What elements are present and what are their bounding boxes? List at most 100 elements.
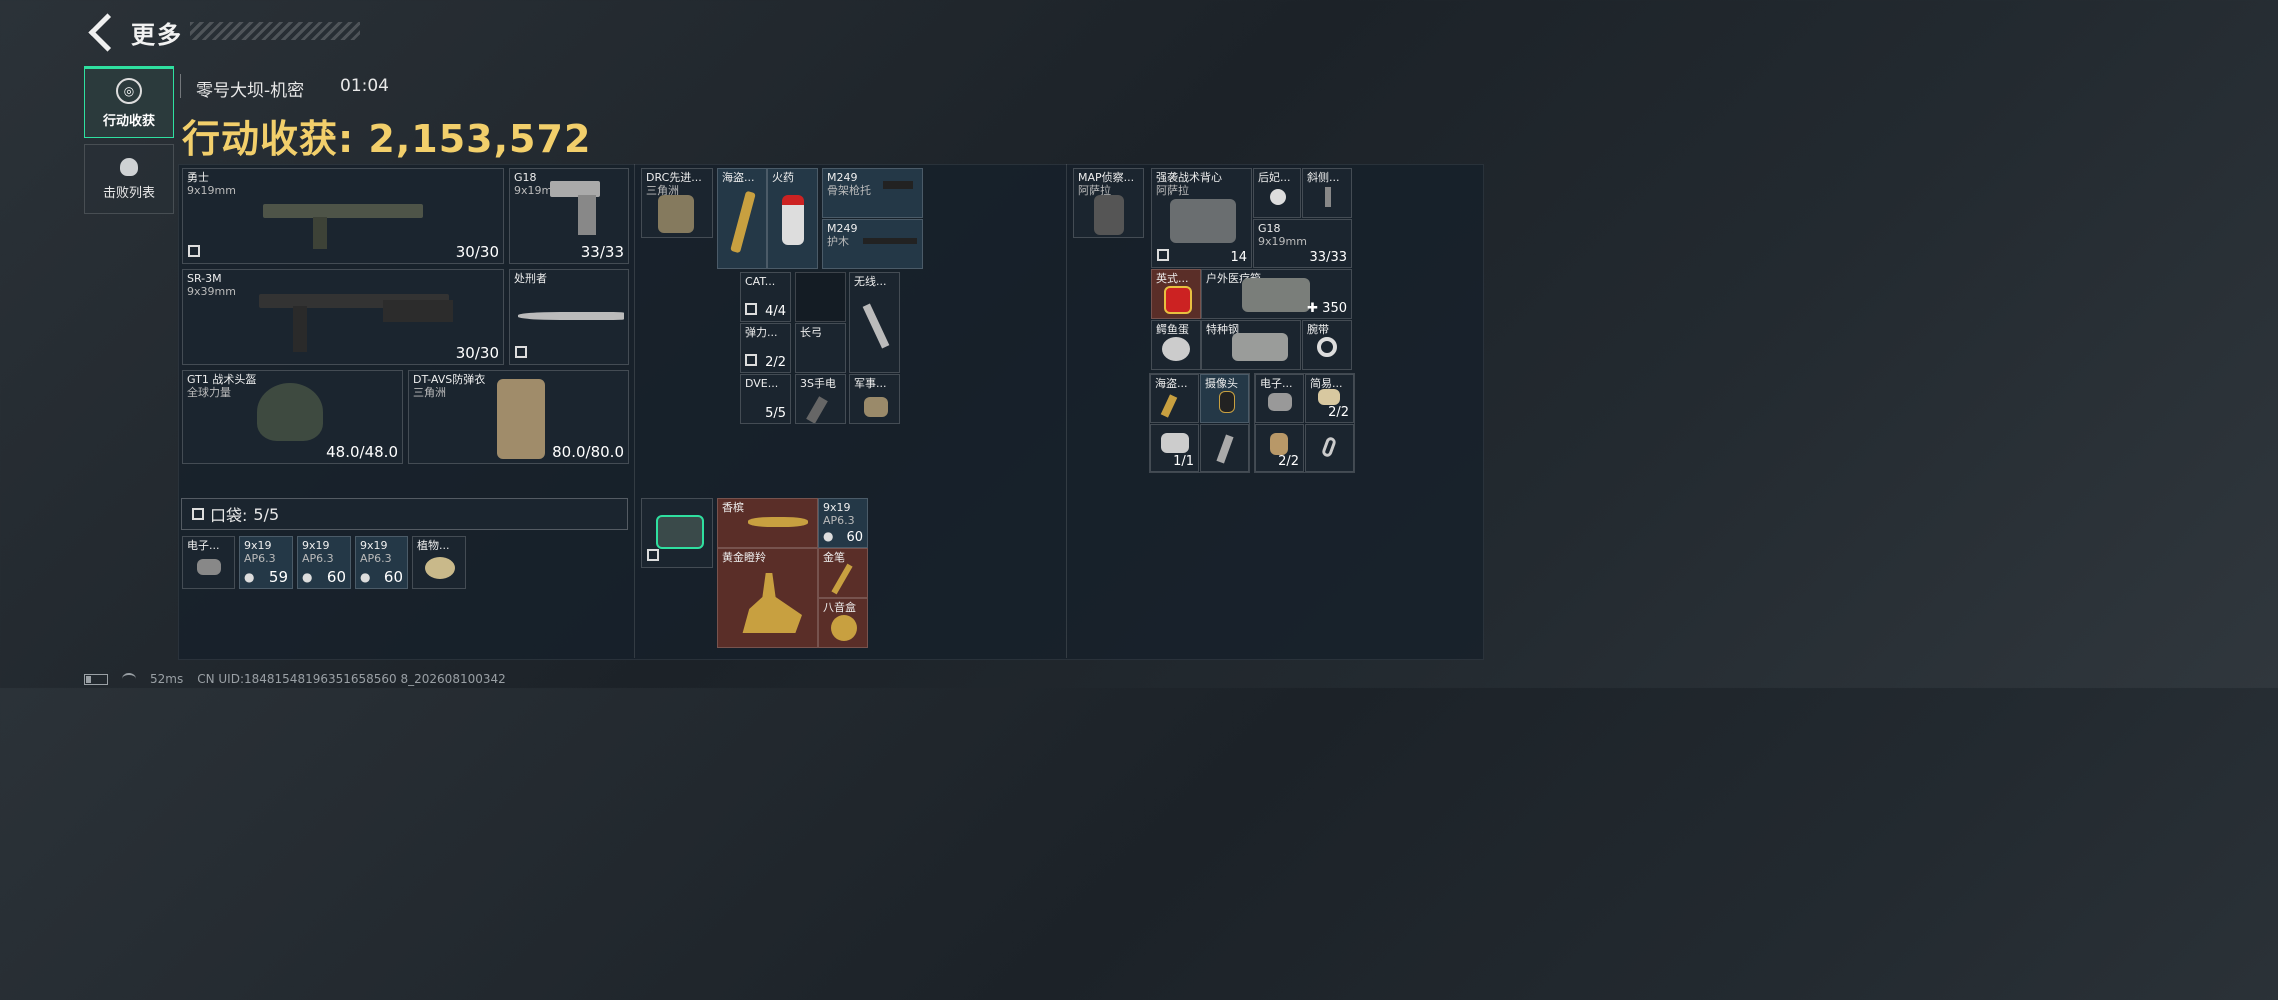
item-sub: AP6.3: [360, 552, 392, 565]
rig-item[interactable]: CAT... 4/4: [740, 272, 791, 322]
item-count: 60: [326, 568, 346, 586]
backpack-item[interactable]: 海盗...: [1150, 374, 1199, 423]
item-name: 植物...: [417, 539, 450, 552]
pocket-item[interactable]: 电子...: [182, 536, 235, 589]
item-name: CAT...: [745, 275, 776, 288]
item-name: 弹力...: [745, 326, 778, 339]
backpack-item[interactable]: 鳄鱼蛋: [1151, 320, 1201, 370]
battery-icon: [84, 673, 108, 685]
helmet-slot[interactable]: GT1 战术头盔 全球力量 48.0/48.0: [182, 370, 403, 464]
rifle-mag-shape: [313, 217, 327, 249]
safe-item[interactable]: 八音盒: [818, 598, 868, 648]
backpack-item[interactable]: 英式...: [1151, 269, 1201, 319]
gold-gazelle-icon: [742, 573, 802, 633]
backpack-slot[interactable]: MAP侦察... 阿萨拉: [1073, 168, 1144, 238]
rifle-mag-shape: [293, 306, 307, 352]
rig-item[interactable]: 长弓: [795, 323, 846, 373]
raid-time: 01:04: [340, 76, 389, 96]
pirate-item-icon: [1160, 394, 1178, 418]
item-name: 英式...: [1156, 272, 1189, 285]
safe-item[interactable]: 9x19 AP6.3 ● 60: [818, 498, 868, 548]
melee-slot[interactable]: 处刑者: [509, 269, 629, 365]
rig-item[interactable]: 军事...: [849, 374, 900, 424]
backpack-item[interactable]: 斜侧...: [1302, 168, 1352, 218]
helmet-icon: [257, 383, 323, 441]
tool-icon: [1216, 434, 1234, 464]
backpack-item[interactable]: 电子...: [1255, 374, 1304, 423]
item-name: G18: [514, 171, 537, 184]
item-name: DT-AVS防弹衣: [413, 373, 486, 386]
back-arrow-icon: [88, 12, 127, 52]
rig-item[interactable]: 海盗...: [717, 168, 767, 269]
item-name: M249: [827, 171, 858, 184]
backpack-item[interactable]: [1305, 424, 1354, 472]
wristband-icon: [1317, 337, 1337, 357]
safe-item[interactable]: 金笔: [818, 548, 868, 598]
backpack-item[interactable]: 后妃...: [1253, 168, 1301, 218]
backpack-item[interactable]: 户外医疗箱 ✚ 350: [1201, 269, 1352, 319]
tablet-icon: [1161, 433, 1189, 453]
british-item-icon: [1164, 286, 1192, 314]
item-name: 勇士: [187, 171, 209, 184]
pocket-item[interactable]: 9x19 AP6.3 ● 59: [239, 536, 293, 589]
item-count: 350: [1322, 301, 1347, 316]
tab-label: 行动收获: [102, 113, 155, 129]
chest-rig-slot[interactable]: DRC先进... 三角洲: [641, 168, 713, 238]
back-button[interactable]: 更多: [84, 12, 183, 52]
backpack-item[interactable]: 腕带: [1302, 320, 1352, 370]
backpack-item[interactable]: 强袭战术背心 阿萨拉 14: [1151, 168, 1252, 268]
rig-item[interactable]: 3S手电: [795, 374, 846, 424]
backpack-item[interactable]: 特种钢: [1201, 320, 1301, 370]
rig-item[interactable]: 无线...: [849, 272, 900, 373]
pocket-icon: [192, 508, 204, 520]
target-icon: ◎: [116, 77, 142, 104]
rig-item[interactable]: 火药: [767, 168, 818, 269]
item-name: 黄金瞪羚: [722, 551, 766, 564]
rifle-stock-shape: [383, 300, 453, 322]
pocket-item[interactable]: 9x19 AP6.3 ● 60: [297, 536, 351, 589]
pocket-item[interactable]: 植物...: [412, 536, 466, 589]
item-name: 强袭战术背心: [1156, 171, 1222, 184]
medical-kit-icon: [1242, 278, 1310, 312]
armor-slot[interactable]: DT-AVS防弹衣 三角洲 80.0/80.0: [408, 370, 629, 464]
backpack-item[interactable]: 1/1: [1150, 424, 1199, 472]
panel-separator: [634, 164, 635, 658]
item-name: 长弓: [800, 326, 822, 339]
tab-kill-list[interactable]: 击败列表: [84, 144, 174, 214]
plant-tin-icon: [425, 557, 455, 579]
ammo-dot-icon: ●: [360, 570, 371, 584]
egg-icon: [1162, 337, 1190, 361]
champagne-icon: [748, 517, 808, 527]
backpack-item[interactable]: G18 9x19mm 33/33: [1253, 219, 1352, 268]
safe-box-slot[interactable]: [641, 498, 713, 568]
backpack-item[interactable]: 简易... 2/2: [1305, 374, 1354, 423]
item-name: 9x19: [244, 539, 272, 552]
pocket-label: 口袋:: [210, 506, 248, 525]
no-loot-icon: [745, 303, 757, 315]
item-ammo: 9x39mm: [187, 285, 236, 298]
pocket-item[interactable]: 9x19 AP6.3 ● 60: [355, 536, 408, 589]
primary-weapon-slot[interactable]: 勇士 9x19mm 30/30: [182, 168, 504, 264]
backpack-item[interactable]: 摄像头: [1200, 374, 1249, 423]
backpack-item[interactable]: 2/2: [1255, 424, 1304, 472]
item-name: 斜侧...: [1307, 171, 1340, 184]
primary-weapon-2-slot[interactable]: SR-3M 9x39mm 30/30: [182, 269, 504, 365]
skull-icon: [120, 157, 138, 176]
no-loot-icon: [1157, 249, 1169, 261]
tab-operation-loot[interactable]: ◎ 行动收获: [84, 66, 174, 138]
item-name: 军事...: [854, 377, 887, 390]
rig-item[interactable]: M249 骨架枪托: [822, 168, 923, 218]
backpack-item[interactable]: [1200, 424, 1249, 472]
simple-item-icon: [1318, 389, 1340, 405]
flashlight-icon: [806, 396, 828, 423]
loot-total: 行动收获: 2,153,572: [182, 117, 592, 161]
rig-item[interactable]: M249 护木: [822, 219, 923, 269]
no-loot-icon: [515, 346, 527, 358]
side-item-icon: [1325, 187, 1331, 207]
camera-icon: [1219, 391, 1235, 413]
rig-item[interactable]: 弹力... 2/2: [740, 323, 791, 373]
secondary-weapon-slot[interactable]: G18 9x19mm 33/33: [509, 168, 629, 264]
safe-item[interactable]: 香槟: [717, 498, 818, 548]
rig-item[interactable]: DVE... 5/5: [740, 374, 791, 424]
safe-item[interactable]: 黄金瞪羚: [717, 548, 818, 648]
